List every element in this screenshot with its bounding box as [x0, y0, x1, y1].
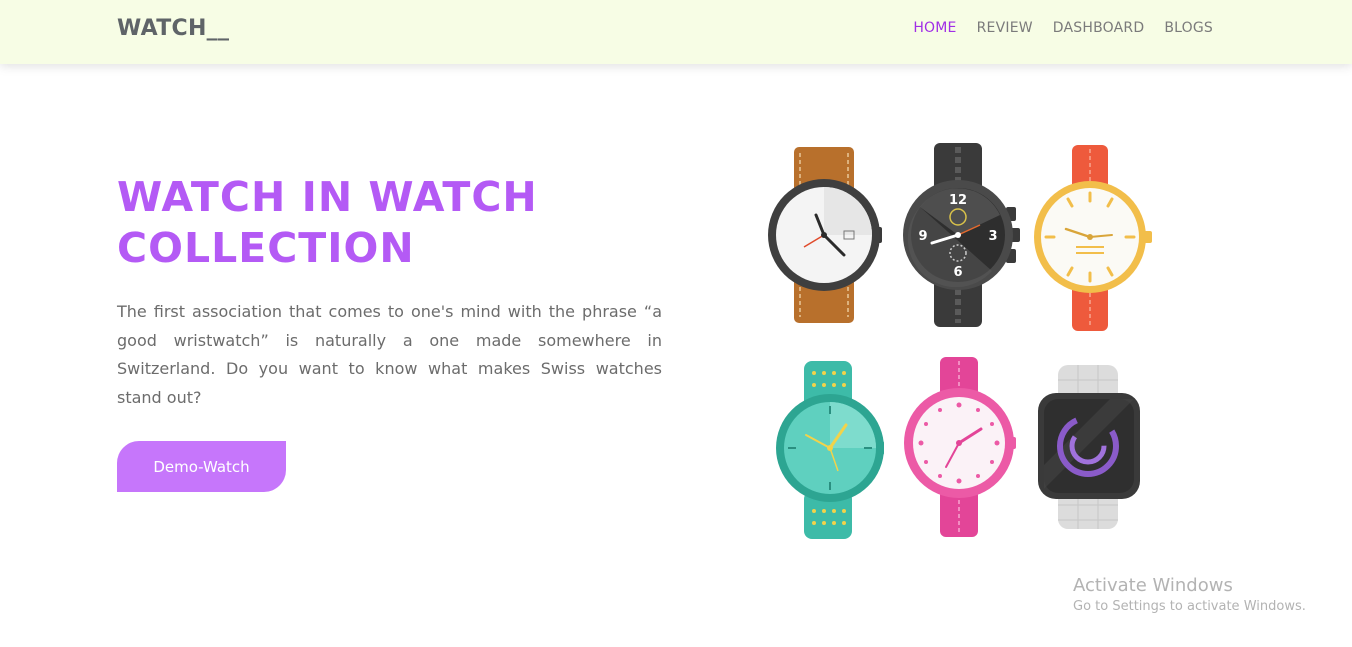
- activate-windows-subtitle: Go to Settings to activate Windows.: [1073, 599, 1306, 614]
- teal-watch: [776, 361, 884, 539]
- brown-leather-watch: [768, 147, 882, 323]
- nav-link-dashboard[interactable]: DASHBOARD: [1053, 20, 1145, 36]
- watch-collection-illustration: 12 3 6 9: [768, 143, 1152, 539]
- pink-watch: [904, 357, 1016, 537]
- dial-numeral-6: 6: [953, 265, 962, 280]
- nav-link-blogs[interactable]: BLOGS: [1164, 20, 1213, 36]
- hero-title-line-1: WATCH IN WATCH: [117, 173, 538, 221]
- brand-logo[interactable]: WATCH__: [117, 16, 229, 41]
- hero-description: The first association that comes to one'…: [117, 302, 662, 407]
- hero-title: WATCH IN WATCH COLLECTION: [117, 172, 677, 274]
- demo-watch-button[interactable]: Demo-Watch: [117, 441, 286, 492]
- smartwatch: [1038, 365, 1140, 529]
- navbar: WATCH__ HOME REVIEW DASHBOARD BLOGS: [0, 0, 1352, 64]
- black-chrono-watch: 12 3 6 9: [903, 143, 1020, 327]
- gold-red-watch: [1034, 145, 1152, 331]
- dial-numeral-9: 9: [918, 229, 927, 244]
- dial-numeral-12: 12: [949, 193, 967, 208]
- dial-numeral-3: 3: [988, 229, 997, 244]
- activate-windows-watermark: Activate Windows Go to Settings to activ…: [1073, 575, 1306, 617]
- activate-windows-title: Activate Windows: [1073, 575, 1233, 596]
- nav-link-review[interactable]: REVIEW: [977, 20, 1033, 36]
- nav-menu: HOME REVIEW DASHBOARD BLOGS: [913, 20, 1213, 36]
- hero-title-line-2: COLLECTION: [117, 224, 415, 272]
- nav-link-home[interactable]: HOME: [913, 20, 956, 36]
